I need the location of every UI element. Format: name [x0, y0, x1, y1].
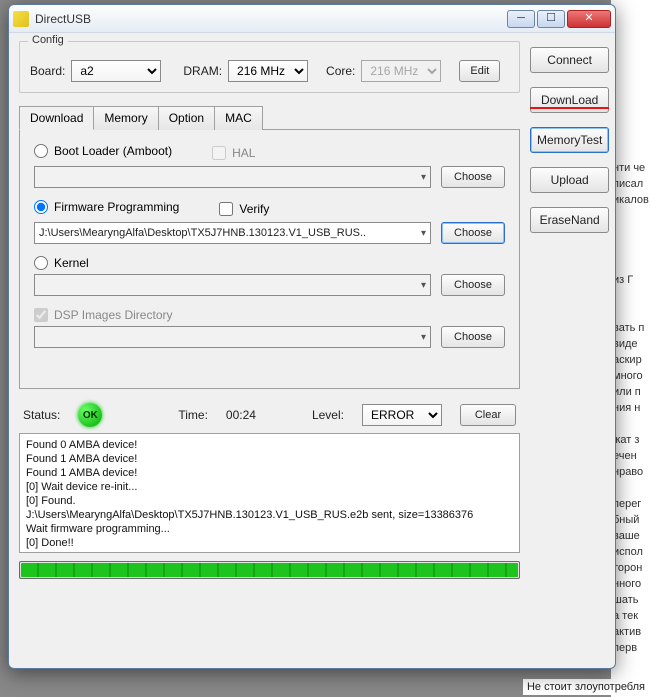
kernel-label: Kernel	[54, 256, 89, 270]
level-select[interactable]: ERROR	[362, 404, 442, 426]
dsp-checkbox	[34, 308, 48, 322]
kernel-radio-row[interactable]: Kernel	[34, 256, 505, 270]
hal-label: HAL	[232, 146, 255, 160]
dsp-label: DSP Images Directory	[54, 308, 172, 322]
board-select[interactable]: a2	[71, 60, 161, 82]
tab-mac[interactable]: MAC	[214, 106, 263, 130]
status-ok-icon: OK	[78, 403, 102, 427]
maximize-button[interactable]: ☐	[537, 10, 565, 28]
dsp-path-combo	[34, 326, 431, 348]
tab-memory[interactable]: Memory	[93, 106, 158, 130]
level-label: Level:	[312, 408, 344, 422]
config-group-label: Config	[28, 34, 68, 46]
verify-label: Verify	[239, 202, 269, 216]
config-group: Config Board: a2 DRAM: 216 MHz Core: 216…	[19, 41, 520, 93]
time-label: Time:	[178, 408, 208, 422]
firmware-choose-button[interactable]: Choose	[441, 222, 505, 244]
background-page: нти чеписаликаловиз Гвать пвидеаскирмног…	[611, 0, 651, 697]
progress-fill	[21, 563, 518, 577]
connect-button[interactable]: Connect	[530, 47, 609, 73]
hal-check-row[interactable]: HAL	[212, 146, 255, 160]
firmware-label: Firmware Programming	[54, 200, 179, 214]
minimize-button[interactable]: ─	[507, 10, 535, 28]
dram-select[interactable]: 216 MHz	[228, 60, 308, 82]
status-label: Status:	[23, 408, 60, 422]
dsp-check-row: DSP Images Directory	[34, 308, 505, 322]
bootloader-radio-row[interactable]: Boot Loader (Amboot)	[34, 144, 172, 158]
tab-option[interactable]: Option	[158, 106, 215, 130]
action-sidebar: Connect DownLoad MemoryTest Upload Erase…	[530, 41, 609, 658]
status-row: Status: OK Time: 00:24 Level: ERROR Clea…	[23, 403, 516, 427]
bootloader-path-combo	[34, 166, 431, 188]
core-label: Core:	[326, 64, 355, 78]
close-button[interactable]: ✕	[567, 10, 611, 28]
verify-checkbox[interactable]	[219, 202, 233, 216]
hal-checkbox	[212, 146, 226, 160]
kernel-radio[interactable]	[34, 256, 48, 270]
firmware-path-combo[interactable]: J:\Users\MearyngAlfa\Desktop\TX5J7HNB.13…	[34, 222, 431, 244]
edit-button[interactable]: Edit	[459, 60, 500, 82]
bootloader-choose-button[interactable]: Choose	[441, 166, 505, 188]
tab-download[interactable]: Download	[19, 106, 94, 130]
log-textarea[interactable]: Found 0 AMBA device! Found 1 AMBA device…	[19, 433, 520, 553]
clear-button[interactable]: Clear	[460, 404, 516, 426]
bootloader-radio[interactable]	[34, 144, 48, 158]
tabs: Download Memory Option MAC	[19, 105, 520, 129]
time-value: 00:24	[226, 408, 256, 422]
dsp-choose-button[interactable]: Choose	[441, 326, 505, 348]
kernel-path-combo	[34, 274, 431, 296]
firmware-radio[interactable]	[34, 200, 48, 214]
app-icon	[13, 11, 29, 27]
memorytest-button[interactable]: MemoryTest	[530, 127, 609, 153]
bootloader-label: Boot Loader (Amboot)	[54, 144, 172, 158]
kernel-choose-button[interactable]: Choose	[441, 274, 505, 296]
titlebar[interactable]: DirectUSB ─ ☐ ✕	[9, 5, 615, 33]
progress-bar	[19, 561, 520, 579]
dram-label: DRAM:	[183, 64, 222, 78]
app-window: DirectUSB ─ ☐ ✕ Config Board: a2 DRAM: 2…	[8, 4, 616, 669]
core-select: 216 MHz	[361, 60, 441, 82]
board-label: Board:	[30, 64, 65, 78]
tab-panel-download: Boot Loader (Amboot) HAL Choose Firmware…	[19, 129, 520, 389]
firmware-radio-row[interactable]: Firmware Programming	[34, 200, 179, 214]
erasenand-button[interactable]: EraseNand	[530, 207, 609, 233]
download-button[interactable]: DownLoad	[530, 87, 609, 113]
verify-check-row[interactable]: Verify	[219, 202, 269, 216]
window-title: DirectUSB	[35, 12, 507, 26]
upload-button[interactable]: Upload	[530, 167, 609, 193]
background-footer: Не стоит злоупотребля	[523, 679, 649, 695]
